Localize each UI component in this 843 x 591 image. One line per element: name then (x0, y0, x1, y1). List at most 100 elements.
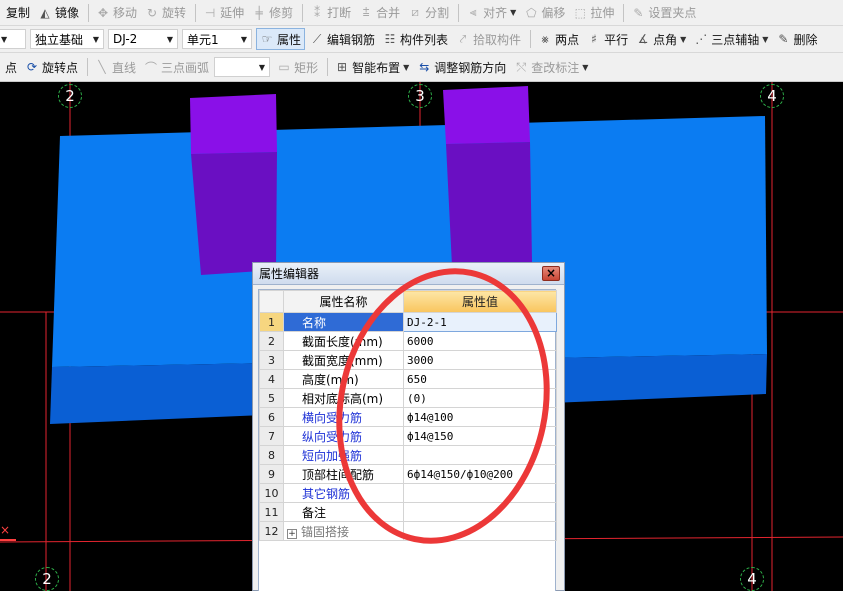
table-row[interactable]: 9 顶部柱间配筋 6ф14@150/ф10@200 (259, 464, 557, 484)
table-row[interactable]: 5 相对底标高(m) (0) (259, 388, 557, 408)
pick-component-button[interactable]: ⤤ 拾取构件 (453, 28, 524, 50)
component-list-button[interactable]: ☷ 构件列表 (380, 28, 451, 50)
rotate-button[interactable]: ↻ 旋转 (142, 2, 189, 24)
unit-select[interactable]: 单元1 ▼ (182, 29, 252, 49)
copy-icon: ⧉ (0, 5, 3, 20)
expand-icon[interactable]: + (287, 528, 297, 539)
table-row[interactable]: 6 横向受力筋 ф14@100 (259, 407, 557, 427)
table-row[interactable]: 3 截面宽度(mm) 3000 (259, 350, 557, 370)
line-button[interactable]: ╲ 直线 (92, 56, 139, 78)
property-value[interactable] (403, 502, 557, 522)
table-row[interactable]: 11 备注 (259, 502, 557, 522)
pick-icon: ⤤ (459, 31, 467, 46)
table-row[interactable]: 2 截面长度(mm) 6000 (259, 331, 557, 351)
property-value[interactable] (403, 521, 557, 541)
properties-button[interactable]: ☞ 属性 (256, 28, 306, 50)
three-point-aux-button[interactable]: ⋰ 三点辅轴 ▼ (691, 28, 771, 50)
check-label-button[interactable]: ⤲ 查改标注 ▼ (511, 56, 591, 78)
property-name[interactable]: 名称 (283, 312, 404, 332)
property-name[interactable]: 截面长度(mm) (283, 331, 404, 351)
arc-button[interactable]: ⌒ 三点画弧 (141, 56, 212, 78)
property-name[interactable]: 相对底标高(m) (283, 388, 404, 408)
table-row[interactable]: 12 + 锚固搭接 (259, 521, 557, 541)
property-name[interactable]: 短向加强筋 (283, 445, 404, 465)
copy-button[interactable]: ⧉复制 (0, 2, 33, 24)
property-value[interactable]: 6ф14@150/ф10@200 (403, 464, 557, 484)
adjust-rebar-direction-button[interactable]: ⇆ 调整钢筋方向 (414, 56, 509, 78)
chevron-down-icon: ▼ (680, 34, 687, 44)
move-button[interactable]: ✥ 移动 (93, 2, 140, 24)
two-points-button[interactable]: ⨳ 两点 (535, 28, 582, 50)
merge-button[interactable]: ⩲ 合并 (356, 2, 403, 24)
component-name-select[interactable]: DJ-2 ▼ (108, 29, 178, 49)
chevron-down-icon: ▼ (403, 62, 410, 72)
table-row[interactable]: 7 纵向受力筋 ф14@150 (259, 426, 557, 446)
trim-icon: ╪ (255, 5, 263, 20)
delete-button[interactable]: ✎ 删除 (773, 28, 820, 50)
property-value[interactable]: ф14@150 (403, 426, 557, 446)
floor-select[interactable]: ▼ (0, 29, 26, 49)
point-button[interactable]: 点 (2, 56, 20, 78)
stretch-button[interactable]: ⬚ 拉伸 (570, 2, 617, 24)
property-value[interactable]: 3000 (403, 350, 557, 370)
row-number: 2 (259, 331, 284, 351)
align-button[interactable]: ⫷ 对齐 ▼ (463, 2, 519, 24)
smart-layout-icon: ⊞ (337, 60, 348, 74)
property-value[interactable]: DJ-2-1 (403, 312, 557, 332)
row-number: 1 (259, 312, 284, 332)
properties-icon: ☞ (261, 32, 273, 46)
property-value[interactable]: (0) (403, 388, 557, 408)
split-button[interactable]: ⧄ 分割 (405, 2, 452, 24)
property-name[interactable]: 截面宽度(mm) (283, 350, 404, 370)
property-editor-titlebar[interactable]: 属性编辑器 × (253, 263, 564, 285)
axis-label-3-top: 3 (408, 84, 432, 108)
row-number: 11 (259, 502, 284, 522)
parallel-icon: ♯ (591, 32, 597, 46)
property-value[interactable]: ф14@100 (403, 407, 557, 427)
rotate-point-icon: ⟳ (26, 60, 38, 74)
property-name[interactable]: 备注 (283, 502, 404, 522)
mirror-button[interactable]: ◭ 镜像 (35, 2, 82, 24)
property-value[interactable]: 6000 (403, 331, 557, 351)
arc-mode-select[interactable]: ▼ (214, 57, 271, 77)
table-row[interactable]: 8 短向加强筋 (259, 445, 557, 465)
extend-button[interactable]: ⊣ 延伸 (200, 2, 247, 24)
chevron-down-icon: ▼ (166, 34, 173, 44)
property-value[interactable]: 650 (403, 369, 557, 389)
property-group-anchorage[interactable]: + 锚固搭接 (283, 521, 404, 541)
break-button[interactable]: ⁑ 打断 (307, 2, 354, 24)
property-name[interactable]: 其它钢筋 (283, 483, 404, 503)
separator (88, 3, 90, 22)
separator (195, 3, 197, 22)
offset-button[interactable]: ⬠ 偏移 (521, 2, 568, 24)
property-name[interactable]: 顶部柱间配筋 (283, 464, 404, 484)
chevron-down-icon: ▼ (510, 8, 517, 17)
table-row[interactable]: 4 高度(mm) 650 (259, 369, 557, 389)
property-name[interactable]: 横向受力筋 (283, 407, 404, 427)
header-property-value[interactable]: 属性值 (403, 290, 557, 313)
set-grip-button[interactable]: ✎ 设置夹点 (628, 2, 699, 24)
table-row[interactable]: 1 名称 DJ-2-1 (259, 312, 557, 332)
property-value[interactable] (403, 445, 557, 465)
trim-button[interactable]: ╪ 修剪 (249, 2, 296, 24)
point-angle-button[interactable]: ∡ 点角 ▼ (633, 28, 689, 50)
property-value[interactable] (403, 483, 557, 503)
rect-button[interactable]: ▭ 矩形 (274, 56, 321, 78)
component-type-select[interactable]: 独立基础 ▼ (30, 29, 104, 49)
break-icon: ⁑ (314, 5, 321, 20)
separator (458, 3, 460, 22)
header-property-name[interactable]: 属性名称 (283, 290, 404, 313)
property-name[interactable]: 纵向受力筋 (283, 426, 404, 446)
smart-layout-button[interactable]: ⊞ 智能布置 ▼ (332, 56, 412, 78)
separator (87, 58, 89, 76)
property-grid: 属性名称 属性值 1 名称 DJ-2-1 2 截面长度(mm) 6000 3 截… (258, 289, 557, 591)
rotate-icon: ↻ (147, 5, 158, 20)
check-label-icon: ⤲ (516, 59, 527, 74)
edit-rebar-button[interactable]: ⟋ 编辑钢筋 (307, 28, 378, 50)
rotate-point-button[interactable]: ⟳ 旋转点 (22, 56, 81, 78)
property-name[interactable]: 高度(mm) (283, 369, 404, 389)
offset-icon: ⬠ (526, 5, 537, 20)
table-row[interactable]: 10 其它钢筋 (259, 483, 557, 503)
close-button[interactable]: × (542, 266, 560, 281)
parallel-button[interactable]: ♯ 平行 (584, 28, 631, 50)
